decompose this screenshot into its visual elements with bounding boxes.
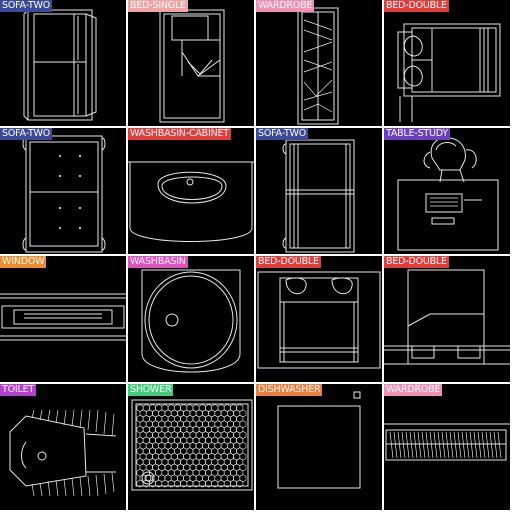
bed-double-drawing <box>397 23 501 122</box>
category-label: SOFA-TWO <box>0 128 53 140</box>
tile-window[interactable]: WINDOW <box>0 256 126 382</box>
category-label: WASHBASIN <box>128 256 188 268</box>
bed-double-drawing <box>257 271 381 369</box>
category-label: WARDROBE <box>256 0 315 12</box>
tile-bed-double-2[interactable]: BED-DOUBLE <box>256 256 382 382</box>
shower-drawing <box>131 399 253 491</box>
tile-sofa-two-3[interactable]: SOFA-TWO <box>256 128 382 254</box>
tile-dishwasher[interactable]: DISHWASHER <box>256 384 382 510</box>
tile-bed-double-1[interactable]: BED-DOUBLE <box>384 0 510 126</box>
category-label: BED-DOUBLE <box>384 256 449 268</box>
tile-sofa-two-1[interactable]: SOFA-TWO <box>0 0 126 126</box>
category-label: WARDROBE <box>384 384 443 396</box>
category-label: BED-SINGLE <box>128 0 188 12</box>
category-label: WINDOW <box>0 256 47 268</box>
tile-washbasin[interactable]: WASHBASIN <box>128 256 254 382</box>
symbol-grid: SOFA-TWO BED-SINGLE WARDROBE BED-DOUBLE … <box>0 0 512 512</box>
category-label: BED-DOUBLE <box>256 256 321 268</box>
washbasin-drawing <box>141 269 241 373</box>
tile-bed-single[interactable]: BED-SINGLE <box>128 0 254 126</box>
category-label: SHOWER <box>128 384 174 396</box>
wardrobe-drawing <box>384 423 510 461</box>
tile-bed-double-3[interactable]: BED-DOUBLE <box>384 256 510 382</box>
tile-toilet[interactable]: TOILET <box>0 384 126 510</box>
toilet-drawing <box>9 409 117 497</box>
sofa-two-drawing <box>23 9 97 121</box>
tile-wardrobe-2[interactable]: WARDROBE <box>384 384 510 510</box>
tile-shower[interactable]: SHOWER <box>128 384 254 510</box>
tile-wardrobe-1[interactable]: WARDROBE <box>256 0 382 126</box>
category-label: SOFA-TWO <box>0 0 53 12</box>
bed-double-drawing <box>384 269 510 365</box>
tile-sofa-two-2[interactable]: SOFA-TWO <box>0 128 126 254</box>
washbasin-cabinet-drawing <box>128 161 254 242</box>
bed-single-drawing <box>159 9 225 123</box>
wardrobe-drawing <box>297 7 339 125</box>
category-label: SOFA-TWO <box>256 128 309 140</box>
category-label: DISHWASHER <box>256 384 323 396</box>
sofa-two-drawing <box>22 135 106 253</box>
tile-table-study[interactable]: TABLE-STUDY <box>384 128 510 254</box>
category-label: BED-DOUBLE <box>384 0 449 12</box>
category-label: TABLE-STUDY <box>384 128 450 140</box>
category-label: WASHBASIN-CABINET <box>128 128 231 140</box>
window-drawing <box>0 293 126 341</box>
table-study-drawing <box>397 137 499 251</box>
category-label: TOILET <box>0 384 36 396</box>
tile-washbasin-cabinet[interactable]: WASHBASIN-CABINET <box>128 128 254 254</box>
dishwasher-drawing <box>277 391 361 489</box>
sofa-two-drawing <box>282 139 355 253</box>
